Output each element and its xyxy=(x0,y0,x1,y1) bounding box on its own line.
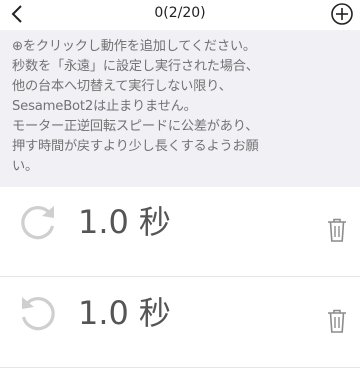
trash-icon[interactable] xyxy=(326,308,348,334)
instruction-notice: ⊕をクリックし動作を追加してください。 秒数を「永遠」に設定し実行された場合、 … xyxy=(0,30,360,187)
action-row: 1.0 秒 xyxy=(0,278,360,368)
instruction-text: ⊕をクリックし動作を追加してください。 秒数を「永遠」に設定し実行された場合、 … xyxy=(12,39,259,174)
duration-value[interactable]: 1.0 秒 xyxy=(78,197,171,243)
action-row: 1.0 秒 xyxy=(0,187,360,277)
duration-number: 1.0 xyxy=(78,294,129,332)
duration-number: 1.0 xyxy=(78,203,129,241)
trash-icon[interactable] xyxy=(326,217,348,243)
top-bar: 0(2/20) xyxy=(0,0,360,30)
duration-unit: 秒 xyxy=(138,203,171,241)
duration-unit: 秒 xyxy=(138,294,171,332)
add-action-button[interactable] xyxy=(330,2,354,26)
page-title: 0(2/20) xyxy=(154,5,206,21)
rotate-counterclockwise-icon[interactable] xyxy=(16,291,60,335)
circle-plus-icon xyxy=(331,3,353,25)
duration-value[interactable]: 1.0 秒 xyxy=(78,288,171,334)
rotate-clockwise-icon[interactable] xyxy=(16,200,60,244)
